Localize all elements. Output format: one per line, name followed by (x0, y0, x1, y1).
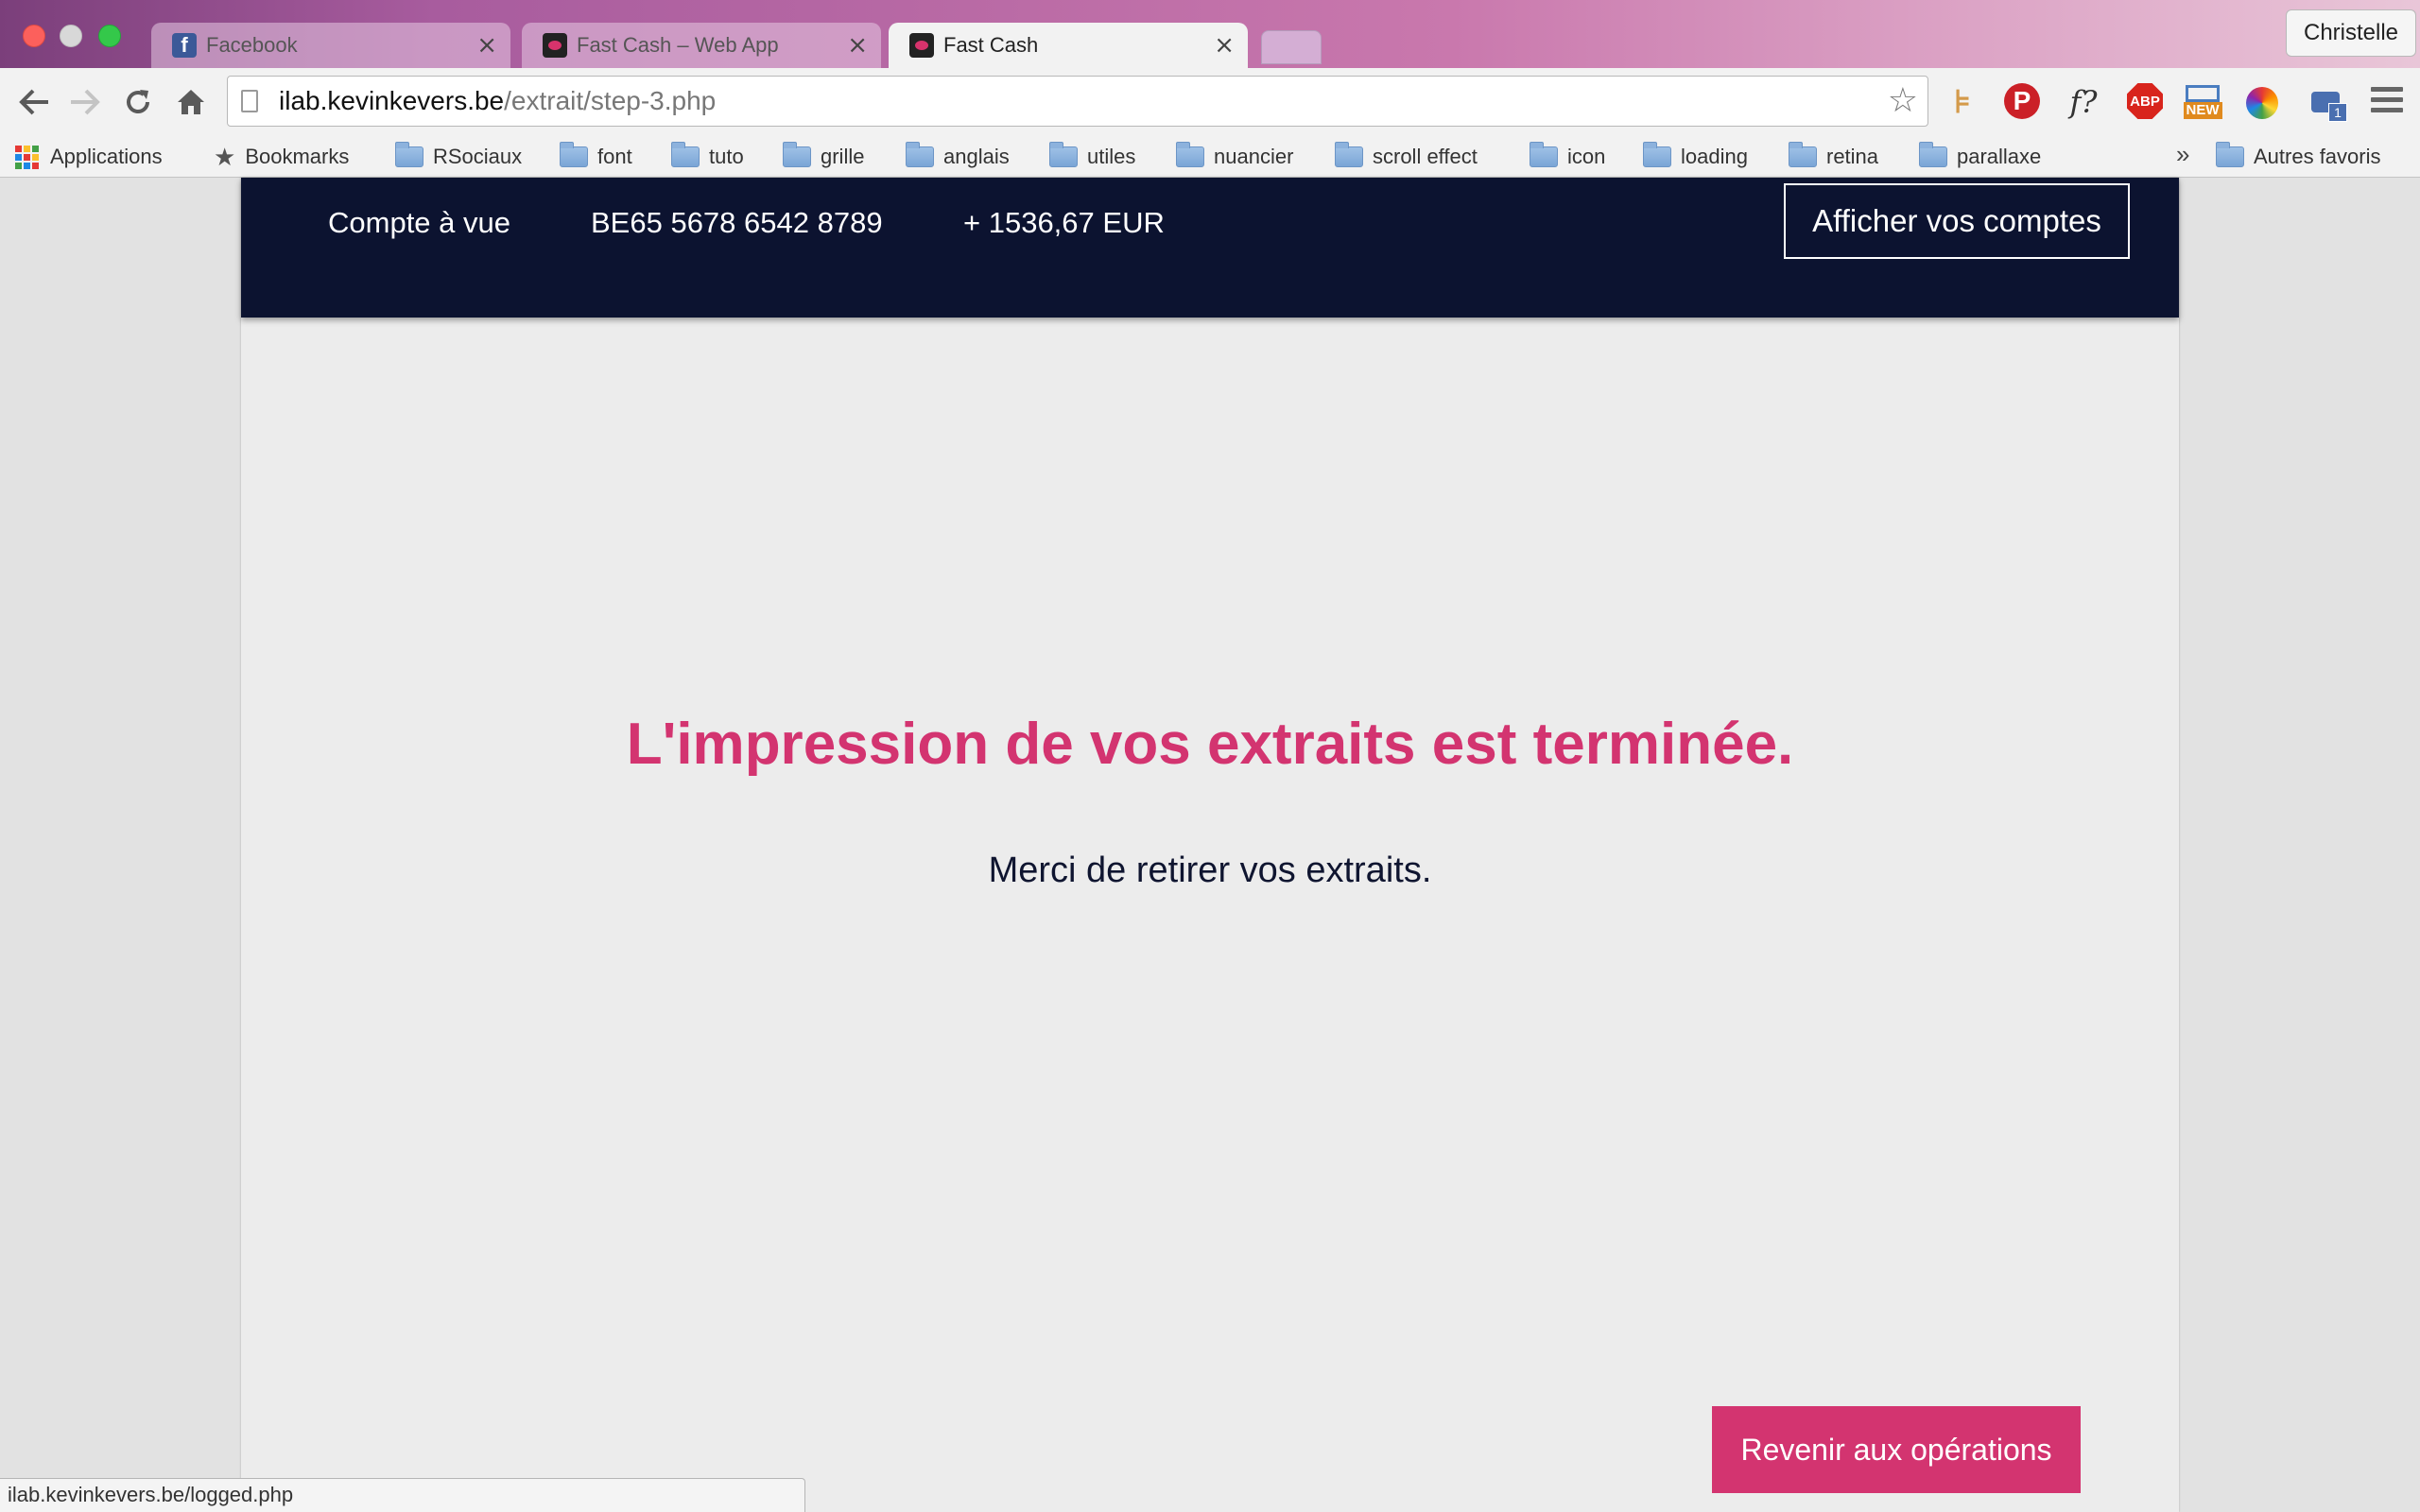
bookmark-label: utiles (1087, 145, 1136, 168)
color-picker-icon[interactable] (2246, 87, 2278, 119)
bookmark-label: icon (1567, 145, 1606, 168)
fastcash-icon (909, 33, 934, 58)
address-bar[interactable]: ilab.kevinkevers.be/extrait/step-3.php ☆ (227, 76, 1928, 127)
apps-grid-icon (15, 145, 39, 169)
folder-icon (395, 142, 424, 167)
account-balance: + 1536,67 EUR (963, 206, 1165, 239)
new-tab-button[interactable] (1261, 30, 1322, 64)
bookmark-folder-tuto[interactable]: tuto (671, 142, 744, 172)
bookmark-folder-retina[interactable]: retina (1789, 142, 1878, 172)
window-close-icon[interactable] (23, 25, 45, 47)
folder-icon (1643, 142, 1671, 167)
folder-icon (906, 142, 934, 167)
tab-label: Fast Cash (943, 33, 1039, 57)
folder-icon (783, 142, 811, 167)
browser-toolbar: ilab.kevinkevers.be/extrait/step-3.php ☆… (0, 68, 2420, 136)
fast-cash-app: Compte à vue BE65 5678 6542 8789 + 1536,… (241, 178, 2179, 1512)
browser-titlebar: f Facebook × Fast Cash – Web App × Fast … (0, 0, 2420, 68)
page-icon (241, 90, 258, 112)
bookmark-folder-rsociaux[interactable]: RSociaux (395, 142, 522, 172)
back-arrow-icon[interactable] (13, 81, 55, 123)
bookmark-bookmarks[interactable]: ★ Bookmarks (214, 142, 349, 172)
folder-icon (1530, 142, 1558, 167)
pinterest-icon[interactable]: P (2004, 83, 2040, 119)
account-header: Compte à vue BE65 5678 6542 8789 + 1536,… (241, 178, 2179, 318)
signpost-extension-icon[interactable]: ⊧ (1944, 83, 1981, 121)
page-title: L'impression de vos extraits est terminé… (626, 712, 1794, 777)
bookmark-label: nuancier (1214, 145, 1294, 168)
tab-facebook[interactable]: f Facebook × (151, 23, 510, 68)
count-badge: 1 (2328, 103, 2347, 122)
status-bar-url: ilab.kevinkevers.be/logged.php (0, 1478, 805, 1512)
window-maximize-icon[interactable] (98, 25, 121, 47)
facebook-icon: f (172, 33, 197, 58)
tab-close-icon[interactable]: × (1214, 31, 1235, 60)
home-icon[interactable] (170, 81, 212, 123)
account-type: Compte à vue (328, 206, 510, 239)
back-to-operations-button[interactable]: Revenir aux opérations (1712, 1406, 2081, 1493)
bookmark-applications[interactable]: Applications (15, 142, 163, 172)
whatfont-icon[interactable]: f? (2065, 83, 2102, 121)
folder-icon (1789, 142, 1817, 167)
adblock-plus-icon[interactable]: ABP (2127, 83, 2163, 119)
bookmarks-overflow-chevron-icon[interactable]: » (2176, 140, 2189, 169)
tab-label: Fast Cash – Web App (577, 33, 779, 57)
account-iban: BE65 5678 6542 8789 (591, 206, 883, 239)
tab-close-icon[interactable]: × (476, 31, 497, 60)
bookmark-folder-icon[interactable]: icon (1530, 142, 1605, 172)
new-badge: NEW (2183, 102, 2222, 119)
bookmark-star-icon[interactable]: ☆ (1888, 80, 1918, 120)
bookmark-label: tuto (709, 145, 744, 168)
tab-label: Facebook (206, 33, 298, 57)
folder-icon (2216, 142, 2244, 167)
folder-icon (1049, 142, 1078, 167)
tab-close-icon[interactable]: × (847, 31, 868, 60)
bookmark-label: Applications (50, 145, 163, 168)
camera-icon: 1 (2311, 92, 2347, 122)
bookmark-label: scroll effect (1373, 145, 1478, 168)
profile-button[interactable]: Christelle (2286, 9, 2417, 57)
url-path: /extrait/step-3.php (504, 86, 717, 115)
bookmark-folder-loading[interactable]: loading (1643, 142, 1748, 172)
bookmarks-bar: Applications ★ Bookmarks RSociaux font t… (0, 136, 2420, 178)
bookmark-label: grille (821, 145, 865, 168)
bookmark-folder-parallaxe[interactable]: parallaxe (1919, 142, 2041, 172)
folder-icon (1176, 142, 1204, 167)
bookmark-label: anglais (943, 145, 1010, 168)
bookmark-label: Autres favoris (2254, 145, 2381, 168)
screen-icon (2186, 85, 2220, 102)
page-subtitle: Merci de retirer vos extraits. (988, 850, 1432, 890)
screenshot-extension-icon[interactable]: NEW (2183, 83, 2222, 121)
bookmark-label: RSociaux (433, 145, 523, 168)
bookmark-folder-nuancier[interactable]: nuancier (1176, 142, 1293, 172)
bookmark-label: loading (1681, 145, 1748, 168)
menu-hamburger-icon[interactable] (2371, 87, 2403, 118)
bookmark-label: Bookmarks (245, 145, 350, 168)
star-icon: ★ (214, 142, 236, 171)
bookmark-folder-anglais[interactable]: anglais (906, 142, 1010, 172)
folder-icon (671, 142, 700, 167)
notification-extension-icon[interactable]: 1 (2307, 83, 2347, 122)
window-minimize-icon[interactable] (60, 25, 82, 47)
bookmark-folder-utiles[interactable]: utiles (1049, 142, 1135, 172)
forward-arrow-icon[interactable] (64, 81, 106, 123)
bookmark-folder-autres-favoris[interactable]: Autres favoris (2216, 142, 2381, 172)
url-host: ilab.kevinkevers.be (279, 86, 505, 115)
bookmark-label: parallaxe (1957, 145, 2042, 168)
bookmark-folder-scroll-effect[interactable]: scroll effect (1335, 142, 1478, 172)
tab-fast-cash[interactable]: Fast Cash × (889, 23, 1248, 68)
folder-icon (1335, 142, 1363, 167)
bookmark-label: font (597, 145, 632, 168)
folder-icon (560, 142, 588, 167)
show-accounts-button[interactable]: Afficher vos comptes (1784, 183, 2130, 259)
fastcash-icon (543, 33, 567, 58)
folder-icon (1919, 142, 1947, 167)
bookmark-label: retina (1826, 145, 1879, 168)
bookmark-folder-font[interactable]: font (560, 142, 632, 172)
bookmark-folder-grille[interactable]: grille (783, 142, 864, 172)
reload-icon[interactable] (117, 81, 159, 123)
tab-fast-cash-web-app[interactable]: Fast Cash – Web App × (522, 23, 881, 68)
